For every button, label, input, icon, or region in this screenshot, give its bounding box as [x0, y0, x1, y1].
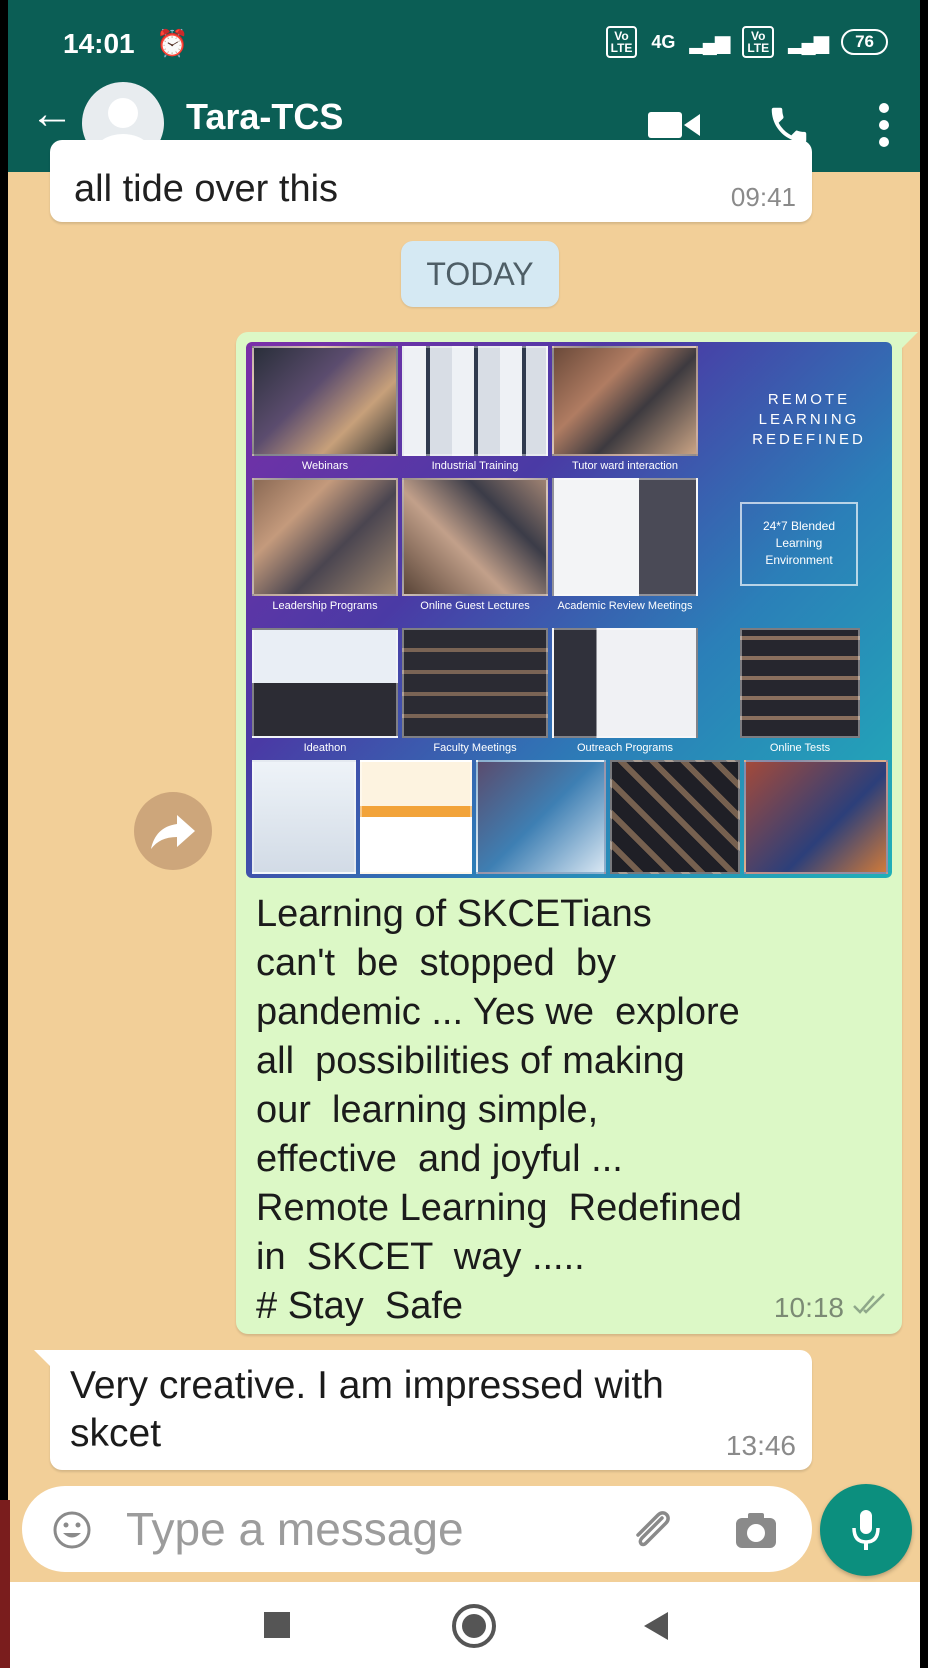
- collage-tile: [552, 346, 698, 456]
- collage-tile: [252, 760, 356, 874]
- battery-icon: 76: [841, 29, 888, 55]
- back-icon[interactable]: [644, 1612, 668, 1640]
- message-text: Learning of SKCETians can't be stopped b…: [256, 893, 742, 1327]
- collage-badge-text: 24*7 Blended Learning Environment: [740, 502, 858, 586]
- contact-name[interactable]: Tara-TCS: [186, 96, 343, 138]
- alarm-icon: ⏰: [156, 28, 189, 58]
- message-text: all tide over this: [74, 168, 339, 210]
- collage-caption: Online Tests: [769, 742, 831, 754]
- signal-icon-2: ▂▄▆: [788, 31, 829, 54]
- message-time: 13:46: [725, 1430, 796, 1461]
- message-input[interactable]: [126, 1500, 546, 1558]
- message-time: 10:18: [773, 1292, 844, 1323]
- collage-caption: Outreach Programs: [577, 742, 673, 754]
- more-options-icon[interactable]: [878, 102, 890, 148]
- message-text: Very creative. I am impressed with skcet: [70, 1364, 664, 1455]
- collage-tile: [402, 346, 548, 456]
- attach-icon[interactable]: [628, 1506, 676, 1554]
- collage-brand-text: REMOTE LEARNING REDEFINED: [752, 391, 866, 448]
- collage-tile: [610, 760, 740, 874]
- status-icons: Vo LTE 4G ▂▄▆ Vo LTE ▂▄▆ 76: [605, 26, 888, 58]
- video-call-icon[interactable]: [648, 110, 700, 140]
- camera-icon[interactable]: [734, 1510, 778, 1550]
- collage-caption: Industrial Training: [431, 460, 519, 472]
- double-check-icon: [853, 1293, 885, 1314]
- collage-tile: [402, 478, 548, 596]
- date-separator: TODAY: [401, 241, 559, 307]
- volte-icon: Vo LTE: [605, 26, 638, 58]
- shared-image[interactable]: Webinars Industrial Training Tutor ward …: [246, 342, 892, 878]
- collage-tile: [252, 628, 398, 738]
- status-time: 14:01: [63, 28, 135, 59]
- signal-icon: ▂▄▆: [689, 31, 730, 54]
- system-nav-bar: [8, 1582, 920, 1668]
- message-time: 09:41: [730, 182, 796, 212]
- collage-tile: [552, 628, 698, 738]
- status-bar: 14:01 ⏰ Vo LTE 4G ▂▄▆ Vo LTE ▂▄▆ 76: [8, 14, 920, 74]
- collage-tile: [744, 760, 888, 874]
- forward-arrow-icon: [151, 815, 195, 849]
- collage-tile: [740, 628, 860, 738]
- forward-button[interactable]: [134, 792, 212, 870]
- wallpaper-edge: [0, 1500, 10, 1668]
- incoming-message[interactable]: Very creative. I am impressed with skcet…: [34, 1350, 812, 1470]
- recents-icon[interactable]: [264, 1612, 290, 1638]
- collage-tile: [252, 346, 398, 456]
- home-icon[interactable]: [452, 1604, 496, 1648]
- incoming-message[interactable]: all tide over this 09:41: [50, 140, 812, 222]
- voice-message-button[interactable]: [820, 1484, 912, 1576]
- collage-caption: Ideathon: [303, 742, 347, 754]
- microphone-icon: [852, 1510, 880, 1550]
- collage-tile: [252, 478, 398, 596]
- back-arrow-icon[interactable]: ←: [30, 92, 74, 136]
- collage-tile: [552, 478, 698, 596]
- collage-caption: Webinars: [301, 460, 349, 472]
- composer: [22, 1486, 812, 1572]
- collage-caption: Online Guest Lectures: [420, 600, 530, 612]
- collage-caption: Faculty Meetings: [433, 742, 517, 754]
- volte-icon-2: Vo LTE: [742, 26, 775, 58]
- phone-screen: 14:01 ⏰ Vo LTE 4G ▂▄▆ Vo LTE ▂▄▆ 76 ← Tara…: [8, 0, 920, 1668]
- collage-tile: [476, 760, 606, 874]
- emoji-icon[interactable]: [52, 1510, 92, 1550]
- collage-tile: [402, 628, 548, 738]
- collage-caption: Academic Review Meetings: [557, 600, 693, 612]
- outgoing-message[interactable]: Webinars Industrial Training Tutor ward …: [236, 332, 918, 1334]
- network-type: 4G: [651, 31, 676, 52]
- collage-tile: [360, 760, 472, 874]
- collage-caption: Tutor ward interaction: [572, 460, 678, 472]
- collage-caption: Leadership Programs: [272, 600, 378, 612]
